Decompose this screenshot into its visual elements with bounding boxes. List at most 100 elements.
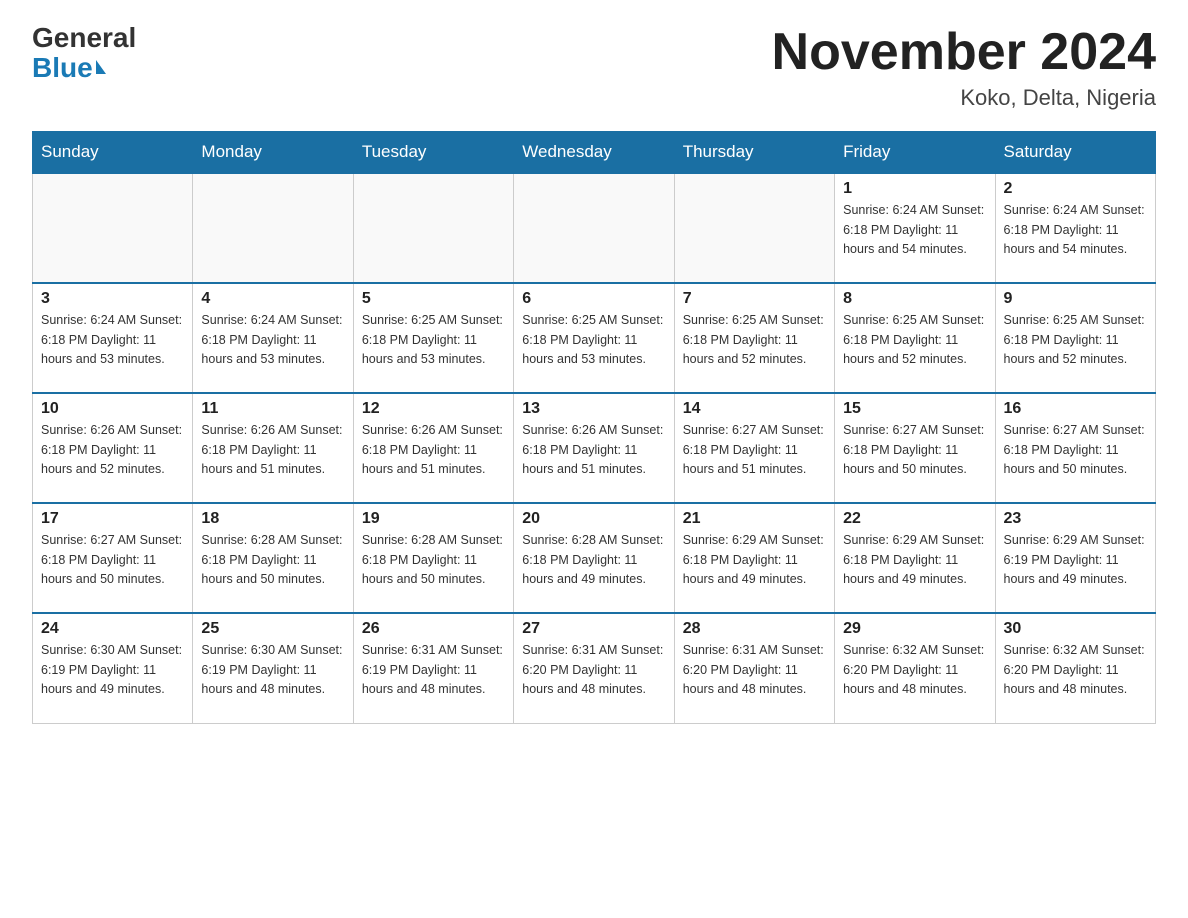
day-number: 21 (683, 510, 826, 528)
calendar-cell (193, 173, 353, 283)
calendar-cell: 16 Sunrise: 6:27 AM Sunset: 6:18 PM Dayli… (995, 393, 1155, 503)
weekday-header-tuesday: Tuesday (353, 132, 513, 174)
day-info: Sunrise: 6:29 AM Sunset: 6:18 PM Dayligh… (683, 531, 826, 589)
logo-blue-text: Blue (32, 52, 106, 84)
day-info: Sunrise: 6:26 AM Sunset: 6:18 PM Dayligh… (41, 421, 184, 479)
day-number: 1 (843, 180, 986, 198)
day-info: Sunrise: 6:32 AM Sunset: 6:20 PM Dayligh… (1004, 641, 1147, 699)
day-info: Sunrise: 6:31 AM Sunset: 6:20 PM Dayligh… (683, 641, 826, 699)
day-number: 18 (201, 510, 344, 528)
calendar-cell: 4 Sunrise: 6:24 AM Sunset: 6:18 PM Daylig… (193, 283, 353, 393)
day-info: Sunrise: 6:26 AM Sunset: 6:18 PM Dayligh… (522, 421, 665, 479)
day-info: Sunrise: 6:28 AM Sunset: 6:18 PM Dayligh… (522, 531, 665, 589)
calendar-cell: 22 Sunrise: 6:29 AM Sunset: 6:18 PM Dayli… (835, 503, 995, 613)
day-number: 16 (1004, 400, 1147, 418)
day-info: Sunrise: 6:25 AM Sunset: 6:18 PM Dayligh… (522, 311, 665, 369)
calendar-cell: 19 Sunrise: 6:28 AM Sunset: 6:18 PM Dayli… (353, 503, 513, 613)
calendar-cell: 27Sunrise: 6:31 AM Sunset: 6:20 PM Dayli… (514, 613, 674, 723)
day-info: Sunrise: 6:27 AM Sunset: 6:18 PM Dayligh… (1004, 421, 1147, 479)
day-info: Sunrise: 6:25 AM Sunset: 6:18 PM Dayligh… (843, 311, 986, 369)
day-number: 8 (843, 290, 986, 308)
calendar-cell (674, 173, 834, 283)
day-number: 27 (522, 620, 665, 638)
day-number: 5 (362, 290, 505, 308)
calendar-cell: 1Sunrise: 6:24 AM Sunset: 6:18 PM Daylig… (835, 173, 995, 283)
calendar-cell: 14Sunrise: 6:27 AM Sunset: 6:18 PM Dayli… (674, 393, 834, 503)
day-number: 9 (1004, 290, 1147, 308)
day-info: Sunrise: 6:25 AM Sunset: 6:18 PM Dayligh… (1004, 311, 1147, 369)
week-row-3: 10 Sunrise: 6:26 AM Sunset: 6:18 PM Dayli… (33, 393, 1156, 503)
day-info: Sunrise: 6:30 AM Sunset: 6:19 PM Dayligh… (201, 641, 344, 699)
day-number: 12 (362, 400, 505, 418)
calendar-cell: 30 Sunrise: 6:32 AM Sunset: 6:20 PM Dayli… (995, 613, 1155, 723)
day-info: Sunrise: 6:29 AM Sunset: 6:18 PM Dayligh… (843, 531, 986, 589)
calendar-cell: 18 Sunrise: 6:28 AM Sunset: 6:18 PM Dayli… (193, 503, 353, 613)
day-number: 4 (201, 290, 344, 308)
day-number: 25 (201, 620, 344, 638)
calendar-cell: 9 Sunrise: 6:25 AM Sunset: 6:18 PM Daylig… (995, 283, 1155, 393)
day-number: 23 (1004, 510, 1147, 528)
day-number: 6 (522, 290, 665, 308)
day-number: 13 (522, 400, 665, 418)
day-number: 15 (843, 400, 986, 418)
day-number: 24 (41, 620, 184, 638)
calendar-cell: 13 Sunrise: 6:26 AM Sunset: 6:18 PM Dayli… (514, 393, 674, 503)
calendar-cell: 25 Sunrise: 6:30 AM Sunset: 6:19 PM Dayli… (193, 613, 353, 723)
day-info: Sunrise: 6:24 AM Sunset: 6:18 PM Dayligh… (1004, 201, 1147, 259)
day-info: Sunrise: 6:24 AM Sunset: 6:18 PM Dayligh… (41, 311, 184, 369)
week-row-2: 3 Sunrise: 6:24 AM Sunset: 6:18 PM Daylig… (33, 283, 1156, 393)
day-info: Sunrise: 6:28 AM Sunset: 6:18 PM Dayligh… (201, 531, 344, 589)
week-row-1: 1 Sunrise: 6:24 AM Sunset: 6:18 PM Daylig… (33, 173, 1156, 283)
day-number: 11 (201, 400, 344, 418)
calendar-cell: 15 Sunrise: 6:27 AM Sunset: 6:18 PM Dayli… (835, 393, 995, 503)
calendar-cell: 17 Sunrise: 6:27 AM Sunset: 6:18 PM Dayli… (33, 503, 193, 613)
day-number: 3 (41, 290, 184, 308)
day-info: Sunrise: 6:31 AM Sunset: 6:19 PM Dayligh… (362, 641, 505, 699)
weekday-header-wednesday: Wednesday (514, 132, 674, 174)
day-info: Sunrise: 6:28 AM Sunset: 6:18 PM Dayligh… (362, 531, 505, 589)
day-number: 10 (41, 400, 184, 418)
calendar-cell (33, 173, 193, 283)
day-info: Sunrise: 6:30 AM Sunset: 6:19 PM Dayligh… (41, 641, 184, 699)
calendar-cell: 29Sunrise: 6:32 AM Sunset: 6:20 PM Dayli… (835, 613, 995, 723)
day-info: Sunrise: 6:29 AM Sunset: 6:19 PM Dayligh… (1004, 531, 1147, 589)
calendar-cell: 26 Sunrise: 6:31 AM Sunset: 6:19 PM Dayli… (353, 613, 513, 723)
day-number: 22 (843, 510, 986, 528)
day-number: 17 (41, 510, 184, 528)
day-info: Sunrise: 6:27 AM Sunset: 6:18 PM Dayligh… (843, 421, 986, 479)
calendar-cell: 21 Sunrise: 6:29 AM Sunset: 6:18 PM Dayli… (674, 503, 834, 613)
weekday-header-row: SundayMondayTuesdayWednesdayThursdayFrid… (33, 132, 1156, 174)
calendar-cell: 8 Sunrise: 6:25 AM Sunset: 6:18 PM Daylig… (835, 283, 995, 393)
day-number: 29 (843, 620, 986, 638)
calendar-cell: 7 Sunrise: 6:25 AM Sunset: 6:18 PM Daylig… (674, 283, 834, 393)
calendar-cell: 6 Sunrise: 6:25 AM Sunset: 6:18 PM Daylig… (514, 283, 674, 393)
day-number: 7 (683, 290, 826, 308)
day-info: Sunrise: 6:27 AM Sunset: 6:18 PM Dayligh… (683, 421, 826, 479)
day-info: Sunrise: 6:26 AM Sunset: 6:18 PM Dayligh… (201, 421, 344, 479)
calendar-cell: 10 Sunrise: 6:26 AM Sunset: 6:18 PM Dayli… (33, 393, 193, 503)
logo-triangle-icon (96, 60, 106, 74)
day-info: Sunrise: 6:27 AM Sunset: 6:18 PM Dayligh… (41, 531, 184, 589)
day-info: Sunrise: 6:24 AM Sunset: 6:18 PM Dayligh… (201, 311, 344, 369)
day-number: 26 (362, 620, 505, 638)
day-number: 20 (522, 510, 665, 528)
calendar-cell: 5Sunrise: 6:25 AM Sunset: 6:18 PM Daylig… (353, 283, 513, 393)
calendar-cell: 24 Sunrise: 6:30 AM Sunset: 6:19 PM Dayli… (33, 613, 193, 723)
calendar-cell (514, 173, 674, 283)
calendar-cell: 11 Sunrise: 6:26 AM Sunset: 6:18 PM Dayli… (193, 393, 353, 503)
location-label: Koko, Delta, Nigeria (772, 85, 1156, 111)
weekday-header-saturday: Saturday (995, 132, 1155, 174)
day-number: 19 (362, 510, 505, 528)
week-row-4: 17 Sunrise: 6:27 AM Sunset: 6:18 PM Dayli… (33, 503, 1156, 613)
day-info: Sunrise: 6:25 AM Sunset: 6:18 PM Dayligh… (683, 311, 826, 369)
weekday-header-sunday: Sunday (33, 132, 193, 174)
calendar-cell: 12Sunrise: 6:26 AM Sunset: 6:18 PM Dayli… (353, 393, 513, 503)
title-area: November 2024 Koko, Delta, Nigeria (772, 24, 1156, 111)
logo: General Blue (32, 24, 136, 84)
calendar-cell: 23 Sunrise: 6:29 AM Sunset: 6:19 PM Dayli… (995, 503, 1155, 613)
weekday-header-thursday: Thursday (674, 132, 834, 174)
page-header: General Blue November 2024 Koko, Delta, … (32, 24, 1156, 111)
day-number: 30 (1004, 620, 1147, 638)
week-row-5: 24 Sunrise: 6:30 AM Sunset: 6:19 PM Dayli… (33, 613, 1156, 723)
logo-general-text: General (32, 24, 136, 52)
